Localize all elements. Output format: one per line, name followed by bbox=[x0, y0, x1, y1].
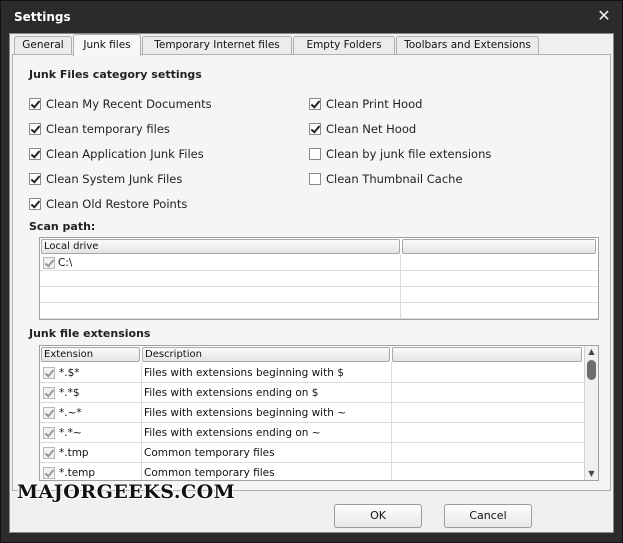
scroll-up-arrow-icon[interactable]: ▲ bbox=[585, 346, 598, 358]
tab-empty-folders[interactable]: Empty Folders bbox=[293, 36, 395, 55]
checkbox-option[interactable]: Clean Thumbnail Cache bbox=[309, 171, 463, 187]
tab-strip: General Junk files Temporary Internet fi… bbox=[12, 34, 612, 56]
checkbox-check-icon[interactable] bbox=[43, 467, 55, 479]
junk-file-extensions-title: Junk file extensions bbox=[29, 327, 151, 340]
extension-text: *.tmp bbox=[59, 447, 89, 459]
close-icon[interactable]: ✕ bbox=[596, 7, 612, 25]
checkbox-check-icon[interactable] bbox=[43, 427, 55, 439]
path-text: C:\ bbox=[58, 257, 73, 269]
scan-path-title: Scan path: bbox=[29, 220, 96, 233]
checkbox-option[interactable]: Clean temporary files bbox=[29, 121, 170, 137]
category-settings-title: Junk Files category settings bbox=[29, 68, 202, 81]
checkbox-check-icon[interactable] bbox=[43, 257, 55, 269]
checkbox-check-icon[interactable] bbox=[29, 98, 41, 110]
table-row[interactable]: *.tmp Common temporary files bbox=[40, 443, 585, 463]
table-row[interactable]: *.~* Files with extensions beginning with… bbox=[40, 403, 585, 423]
extensions-scrollbar[interactable]: ▲ ▼ bbox=[584, 346, 598, 480]
extension-cell: *.*$ bbox=[43, 383, 80, 403]
junk-files-panel: Junk Files category settings Clean My Re… bbox=[12, 54, 611, 491]
path-cell: C:\ bbox=[43, 255, 72, 271]
checkbox-label: Clean temporary files bbox=[46, 122, 170, 136]
checkbox-label: Clean Print Hood bbox=[326, 97, 423, 111]
extension-cell: *.~* bbox=[43, 403, 82, 423]
checkbox-label: Clean Old Restore Points bbox=[46, 197, 188, 211]
majorgeeks-watermark: MAJORGEEKS.COM bbox=[17, 481, 236, 503]
table-row[interactable]: *.temp Common temporary files bbox=[40, 463, 585, 480]
column-divider bbox=[400, 254, 401, 319]
table-row[interactable]: C:\ bbox=[40, 255, 598, 271]
extension-cell: *.*~ bbox=[43, 423, 82, 443]
checkbox-check-icon[interactable] bbox=[29, 198, 41, 210]
table-row[interactable]: *.$* Files with extensions beginning with… bbox=[40, 363, 585, 383]
scrollbar-thumb[interactable] bbox=[587, 360, 596, 380]
scroll-down-arrow-icon[interactable]: ▼ bbox=[585, 468, 598, 480]
table-row[interactable]: *.*~ Files with extensions ending on ~ bbox=[40, 423, 585, 443]
checkbox-check-icon[interactable] bbox=[43, 447, 55, 459]
table-row[interactable]: *.*$ Files with extensions ending on $ bbox=[40, 383, 585, 403]
window-title: Settings bbox=[14, 10, 71, 24]
checkbox-label: Clean Application Junk Files bbox=[46, 147, 204, 161]
checkbox-label: Clean Thumbnail Cache bbox=[326, 172, 463, 186]
settings-window: Settings ✕ General Junk files Temporary … bbox=[0, 0, 623, 543]
description-cell: Files with extensions beginning with $ bbox=[144, 367, 344, 379]
extension-text: *.~* bbox=[59, 407, 82, 419]
checkbox-check-icon[interactable] bbox=[309, 173, 321, 185]
table-row[interactable] bbox=[40, 271, 598, 287]
description-cell: Files with extensions beginning with ~ bbox=[144, 407, 346, 419]
title-bar[interactable]: Settings ✕ bbox=[1, 1, 622, 33]
extension-cell: *.tmp bbox=[43, 443, 89, 463]
table-row[interactable] bbox=[40, 287, 598, 303]
description-cell: Common temporary files bbox=[144, 467, 275, 479]
checkbox-check-icon[interactable] bbox=[309, 148, 321, 160]
extension-text: *.*~ bbox=[59, 427, 82, 439]
checkbox-label: Clean by junk file extensions bbox=[326, 147, 492, 161]
tab-toolbars-and-extensions[interactable]: Toolbars and Extensions bbox=[396, 36, 539, 55]
scan-path-grid[interactable]: Local drive C:\ bbox=[39, 237, 599, 320]
checkbox-option[interactable]: Clean Print Hood bbox=[309, 96, 422, 112]
description-cell: Common temporary files bbox=[144, 447, 275, 459]
checkbox-check-icon[interactable] bbox=[43, 367, 55, 379]
checkbox-option[interactable]: Clean by junk file extensions bbox=[309, 146, 491, 162]
extension-text: *.*$ bbox=[59, 387, 80, 399]
ok-button[interactable]: OK bbox=[334, 504, 422, 528]
extensions-grid[interactable]: Extension Description *.$* Files with ext… bbox=[39, 345, 599, 481]
checkbox-label: Clean Net Hood bbox=[326, 122, 417, 136]
checkbox-label: Clean My Recent Documents bbox=[46, 97, 212, 111]
checkbox-check-icon[interactable] bbox=[309, 123, 321, 135]
cancel-button[interactable]: Cancel bbox=[444, 504, 532, 528]
extension-cell: *.$* bbox=[43, 363, 80, 383]
column-header-blank[interactable] bbox=[392, 347, 582, 362]
tab-general[interactable]: General bbox=[14, 36, 72, 55]
checkbox-label: Clean System Junk Files bbox=[46, 172, 183, 186]
extension-text: *.$* bbox=[59, 367, 80, 379]
checkbox-option[interactable]: Clean System Junk Files bbox=[29, 171, 182, 187]
tab-junk-files[interactable]: Junk files bbox=[73, 34, 141, 56]
column-header-description[interactable]: Description bbox=[142, 347, 390, 362]
column-header-local-drive[interactable]: Local drive bbox=[41, 239, 400, 254]
checkbox-check-icon[interactable] bbox=[43, 407, 55, 419]
description-cell: Files with extensions ending on ~ bbox=[144, 427, 321, 439]
column-header-blank[interactable] bbox=[402, 239, 596, 254]
checkbox-check-icon[interactable] bbox=[29, 173, 41, 185]
extension-text: *.temp bbox=[59, 467, 96, 479]
table-row[interactable] bbox=[40, 303, 598, 319]
extension-cell: *.temp bbox=[43, 463, 96, 480]
checkbox-option[interactable]: Clean Old Restore Points bbox=[29, 196, 187, 212]
checkbox-option[interactable]: Clean Net Hood bbox=[309, 121, 416, 137]
description-cell: Files with extensions ending on $ bbox=[144, 387, 319, 399]
checkbox-check-icon[interactable] bbox=[29, 123, 41, 135]
tab-temporary-internet-files[interactable]: Temporary Internet files bbox=[142, 36, 292, 55]
checkbox-check-icon[interactable] bbox=[43, 387, 55, 399]
dialog-client-area: General Junk files Temporary Internet fi… bbox=[9, 33, 614, 533]
column-divider bbox=[141, 362, 142, 480]
checkbox-check-icon[interactable] bbox=[309, 98, 321, 110]
checkbox-check-icon[interactable] bbox=[29, 148, 41, 160]
column-header-extension[interactable]: Extension bbox=[41, 347, 140, 362]
checkbox-option[interactable]: Clean My Recent Documents bbox=[29, 96, 212, 112]
checkbox-option[interactable]: Clean Application Junk Files bbox=[29, 146, 204, 162]
column-divider bbox=[391, 362, 392, 480]
